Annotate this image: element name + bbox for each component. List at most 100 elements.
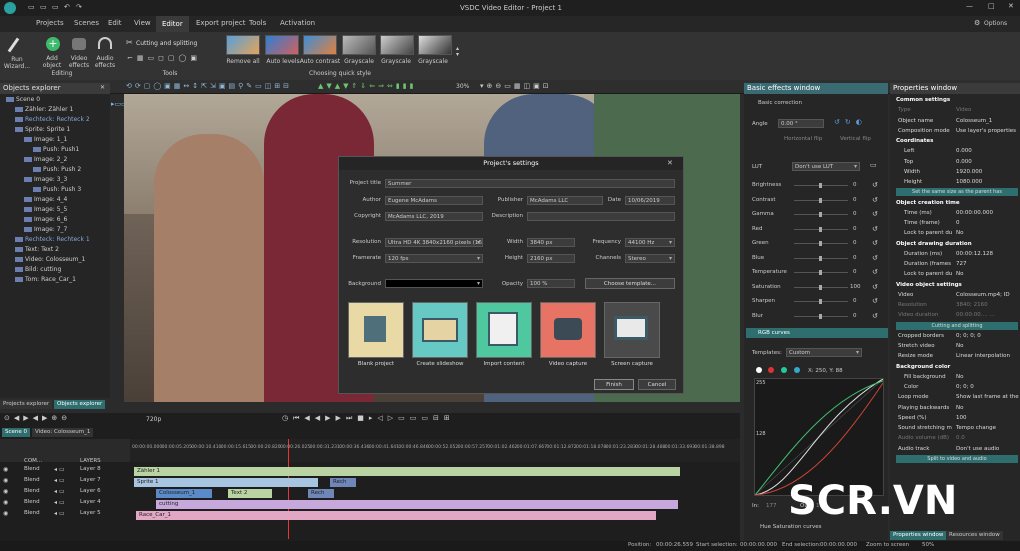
tree-item[interactable]: Image: 3_3 <box>24 176 67 183</box>
tree-item[interactable]: Text: Text 2 <box>15 246 59 253</box>
property-value[interactable]: 0.000 <box>956 148 972 154</box>
date-input[interactable]: 10/06/2019 <box>625 196 675 205</box>
reset-icon[interactable]: ↺ <box>872 254 878 262</box>
menu-scenes[interactable]: Scenes <box>74 19 99 27</box>
hue-saturation-curves[interactable]: Hue Saturation curves <box>760 524 821 530</box>
reset-icon[interactable]: ↺ <box>872 239 878 247</box>
menu-activation[interactable]: Activation <box>280 19 315 27</box>
property-value[interactable]: 0.000 <box>956 159 972 165</box>
objects-explorer-tab[interactable]: Objects explorer <box>54 400 106 409</box>
opacity-input[interactable]: 100 % <box>527 279 575 288</box>
menu-tools[interactable]: Tools <box>249 19 266 27</box>
layer-blend-select[interactable]: Blend <box>24 510 40 516</box>
tree-item[interactable]: Tom: Race_Car_1 <box>15 276 76 283</box>
frequency-select[interactable]: 44100 Hz <box>625 238 675 247</box>
left-tool-icons[interactable]: ▸▭▭▢◯◭▭✎T▦▭▭⚑▶▭▭♪▭▭▭⊞ <box>111 98 239 110</box>
width-input[interactable]: 3840 px <box>527 238 575 247</box>
redo-icon[interactable]: ↷ <box>76 4 82 11</box>
new-file-icon[interactable]: ▭ <box>28 4 35 11</box>
quick-style-thumb[interactable] <box>265 35 299 55</box>
quick-style-thumb[interactable] <box>303 35 337 55</box>
timeline-ruler[interactable] <box>130 439 740 462</box>
layer-icons[interactable]: ◂▭ <box>54 499 67 506</box>
slider-value[interactable]: 0 <box>853 226 857 232</box>
dialog-close-icon[interactable]: ✕ <box>667 160 673 167</box>
property-value[interactable]: 1080.000 <box>956 179 982 185</box>
playhead[interactable] <box>288 439 289 539</box>
menu-view[interactable]: View <box>134 19 151 27</box>
layer-icons[interactable]: ◂▭ <box>54 510 67 517</box>
slider-thumb[interactable] <box>819 313 822 319</box>
tree-item[interactable]: Push: Push1 <box>33 146 79 153</box>
gear-icon[interactable]: ⚙ <box>974 20 980 27</box>
property-section[interactable]: Coordinates <box>896 138 933 144</box>
in-value[interactable]: 177 <box>766 503 777 509</box>
tree-item[interactable]: Push: Push 2 <box>33 166 81 173</box>
slider-value[interactable]: 0 <box>853 298 857 304</box>
layer-blend-select[interactable]: Blend <box>24 488 40 494</box>
layer-blend-select[interactable]: Blend <box>24 477 40 483</box>
property-value[interactable]: 0; 0; 0; 0 <box>956 333 981 339</box>
quick-style-thumb[interactable] <box>342 35 376 55</box>
property-value[interactable]: Colosseum.mp4; ID <box>956 292 1010 298</box>
property-value[interactable]: 00:00:12.128 <box>956 251 993 257</box>
property-value[interactable]: 100 <box>956 415 967 421</box>
view-icons[interactable]: ▾⊕⊖▭▦◫▣⊡ <box>480 82 552 90</box>
background-color-select[interactable] <box>385 279 483 288</box>
reset-icon[interactable]: ↺ <box>872 181 878 189</box>
layer-visibility-icon[interactable]: ◉ <box>3 499 8 506</box>
quick-style-auto-contrast[interactable]: Auto contrast <box>296 58 344 65</box>
curve-channel-white[interactable] <box>756 367 762 373</box>
cancel-button[interactable]: Cancel <box>638 379 676 390</box>
slider-thumb[interactable] <box>819 183 822 188</box>
slider-value[interactable]: 0 <box>853 255 857 261</box>
timeline-clip[interactable]: Rech <box>308 489 334 498</box>
save-icon[interactable]: ▭ <box>52 4 59 11</box>
description-input[interactable] <box>527 212 675 221</box>
timeline-clip[interactable]: Text 2 <box>228 489 272 498</box>
property-value[interactable]: Use layer's properties <box>956 128 1016 134</box>
layer-visibility-icon[interactable]: ◉ <box>3 488 8 495</box>
property-section[interactable]: Object drawing duration <box>896 241 972 247</box>
property-value[interactable]: No <box>956 343 963 349</box>
property-section[interactable]: Common settings <box>896 97 950 103</box>
property-value[interactable]: 727 <box>956 261 967 267</box>
resolution-dropdown[interactable]: 720p <box>146 416 161 423</box>
copyright-input[interactable]: McAdams LLC, 2019 <box>385 212 483 221</box>
video-colosseum-tab[interactable]: Video: Colosseum_1 <box>32 428 94 437</box>
horizontal-flip-checkbox[interactable]: Horizontal flip <box>784 136 822 142</box>
menu-export-project[interactable]: Export project <box>196 19 245 27</box>
slider-value[interactable]: 100 <box>850 284 861 290</box>
slider-thumb[interactable] <box>819 197 822 203</box>
properties-window-tab[interactable]: Properties window <box>890 531 947 540</box>
reset-icon[interactable]: ↺ <box>872 196 878 204</box>
slider-thumb[interactable] <box>819 284 822 290</box>
choose-template-button[interactable]: Choose template... <box>585 278 675 289</box>
tree-item[interactable]: Image: 2_2 <box>24 156 67 163</box>
curve-channel-blue[interactable] <box>794 367 800 373</box>
toolbar-icons-left[interactable]: ⟲⟳▢◯▣▦↔↕⇱⇲▣▤⚲✎▭◫⊞⊟ <box>126 82 292 90</box>
folder-icon[interactable]: ▭ <box>870 162 877 169</box>
timeline-clip[interactable]: Colosseum_1 <box>156 489 212 498</box>
timeline-clip[interactable]: Race_Car_1 <box>136 511 656 520</box>
tree-item[interactable]: Image: 6_6 <box>24 216 67 223</box>
property-value[interactable]: No <box>956 230 963 236</box>
playback-controls[interactable]: ◷⏮◀◀▶▶⏭■▸◁▷▭▭▭⊟⊞ <box>282 414 455 423</box>
crop-icon[interactable]: ⌐▦▭◻▢◯▣ <box>127 54 201 62</box>
property-value[interactable]: 00:00:00.000 <box>956 210 993 216</box>
reset-icon[interactable]: ↺ <box>872 283 878 291</box>
tree-item[interactable]: Bild: cutting <box>15 266 61 273</box>
property-value[interactable]: No <box>956 271 963 277</box>
slider-thumb[interactable] <box>819 270 822 275</box>
zoom-to-screen-button[interactable]: Zoom to screen <box>866 542 909 548</box>
tree-item[interactable]: Image: 4_4 <box>24 196 67 203</box>
resolution-select[interactable]: Ultra HD 4K 3840x2160 pixels (16 <box>385 238 483 247</box>
property-value[interactable]: 3840; 2160 <box>956 302 988 308</box>
quick-style-grayscale[interactable]: Grayscale <box>375 58 417 65</box>
property-value[interactable]: 1920.000 <box>956 169 982 175</box>
slider-value[interactable]: 0 <box>853 211 857 217</box>
layer-visibility-icon[interactable]: ◉ <box>3 477 8 484</box>
minimize-icon[interactable]: — <box>966 3 973 10</box>
slider-value[interactable]: 0 <box>853 313 857 319</box>
angle-input[interactable]: 0.00 ° <box>778 119 824 128</box>
